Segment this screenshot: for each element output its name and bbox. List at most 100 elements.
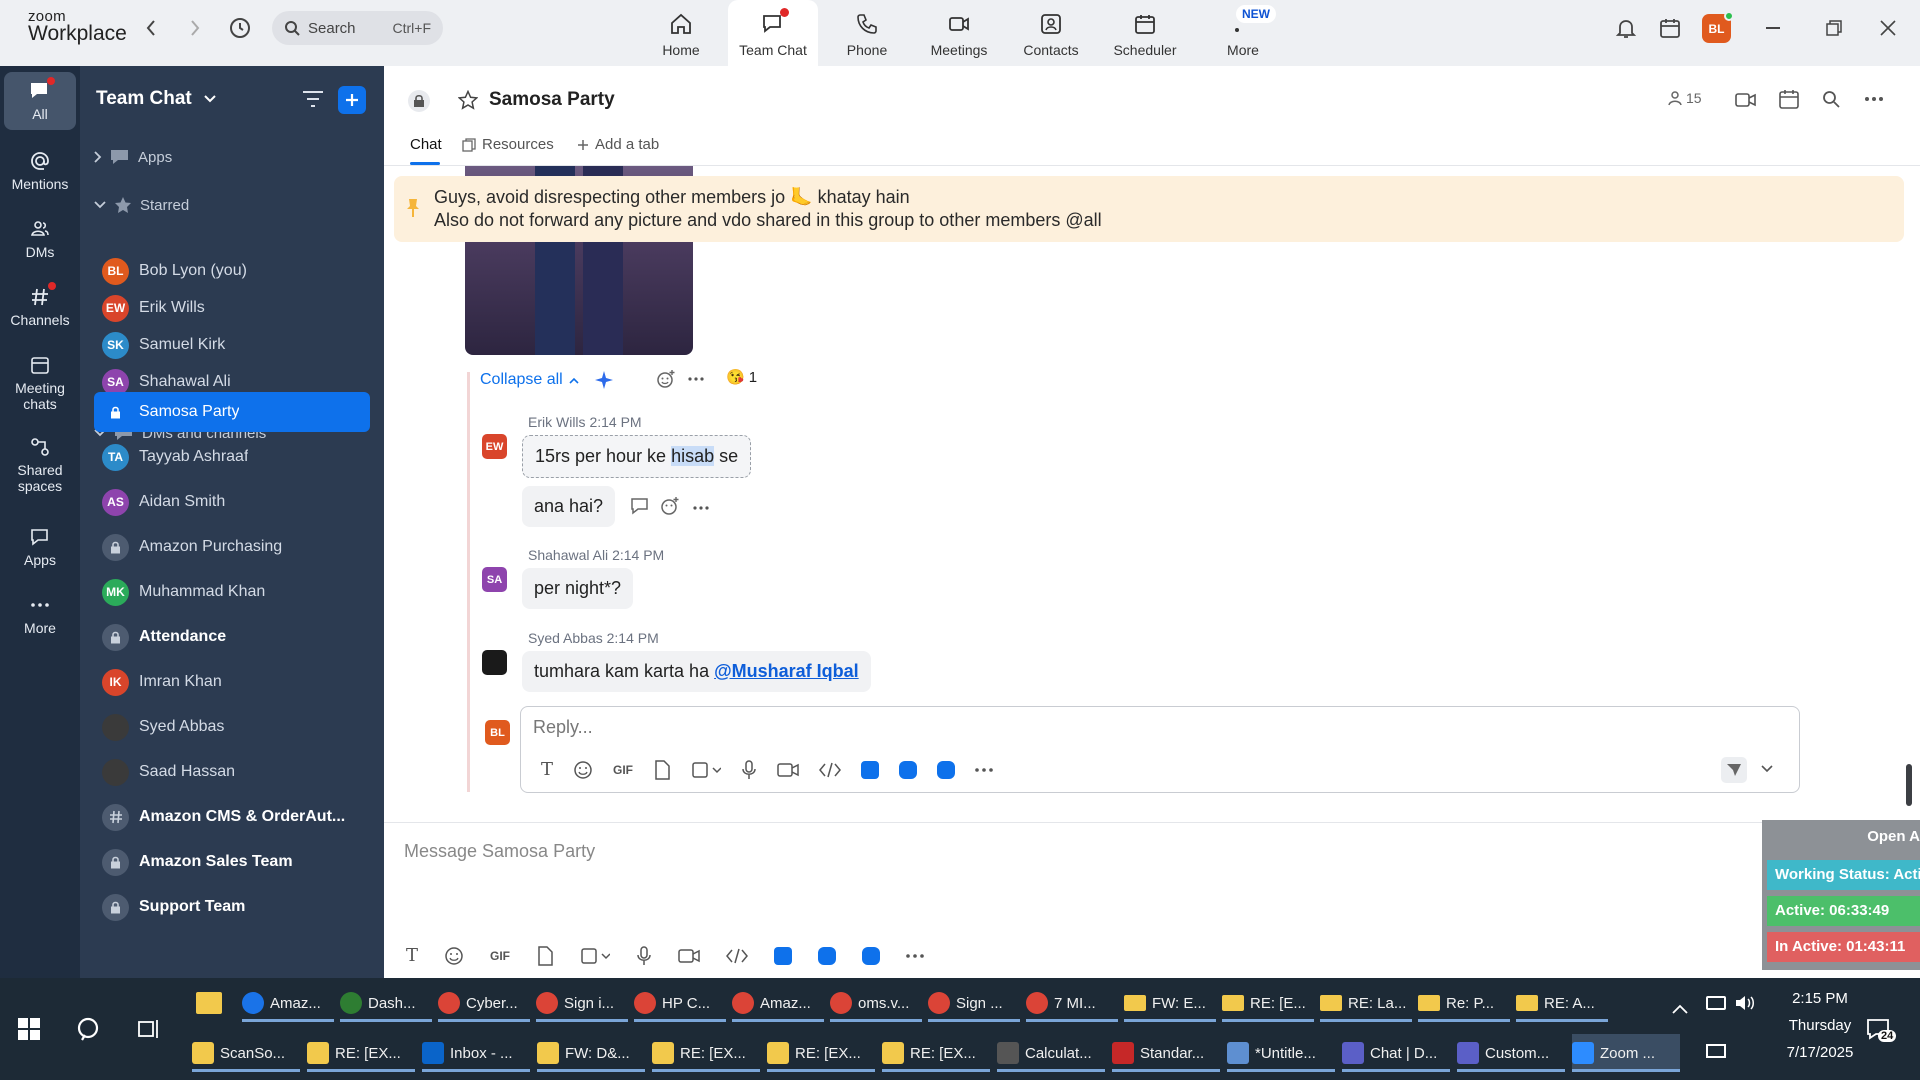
taskbar-app[interactable]: HP C... (634, 984, 726, 1022)
dm-item[interactable]: Samosa Party (94, 392, 370, 432)
code-icon[interactable] (819, 762, 841, 778)
emoji-icon[interactable] (444, 946, 464, 966)
notifications-icon[interactable]: 24 (1866, 1018, 1897, 1042)
rail-item-all[interactable]: All (4, 72, 76, 130)
dm-item[interactable]: Syed Abbas (94, 707, 370, 747)
taskbar-app[interactable]: Chat | D... (1342, 1034, 1450, 1072)
file-icon[interactable] (653, 759, 671, 780)
dm-item[interactable]: Support Team (94, 887, 370, 927)
taskbar-app[interactable]: ScanSo... (192, 1034, 300, 1072)
taskbar-app[interactable]: FW: D&... (537, 1034, 645, 1072)
taskbar-app[interactable]: FW: E... (1124, 984, 1216, 1022)
dm-item[interactable]: Amazon Sales Team (94, 842, 370, 882)
rail-item-mentions[interactable]: Mentions (4, 150, 76, 192)
pinned-message-banner[interactable]: Guys, avoid disrespecting other members … (394, 176, 1904, 242)
video-clip-icon[interactable] (678, 947, 700, 965)
open-app-button[interactable]: Open A (1802, 828, 1920, 845)
toolbar-more-icon[interactable] (975, 767, 993, 772)
app-icon-3[interactable] (937, 760, 956, 779)
starred-item[interactable]: SK Samuel Kirk (94, 325, 370, 365)
dm-item[interactable]: Amazon Purchasing (94, 527, 370, 567)
rail-item-meeting-chats[interactable]: Meeting chats (4, 354, 76, 412)
taskbar-app[interactable]: RE: [E... (1222, 984, 1314, 1022)
text-format-icon[interactable]: T (406, 945, 418, 966)
taskbar-app[interactable]: Dash... (340, 984, 432, 1022)
dm-item[interactable]: IK Imran Khan (94, 662, 370, 702)
sender-name[interactable]: Erik Wills (528, 414, 586, 430)
app-icon-1[interactable] (861, 760, 880, 779)
taskbar-app[interactable]: RE: A... (1516, 984, 1608, 1022)
message-bubble[interactable]: per night*? (522, 568, 634, 609)
dm-item[interactable]: Saad Hassan (94, 752, 370, 792)
member-count-button[interactable]: 15 (1668, 90, 1702, 106)
rail-item-more[interactable]: More (4, 594, 76, 636)
tab-scheduler[interactable]: Scheduler (1100, 0, 1190, 66)
rail-item-dms[interactable]: DMs (4, 218, 76, 260)
microphone-icon[interactable] (636, 945, 652, 966)
screenshot-icon[interactable] (691, 760, 722, 780)
toolbar-more-icon[interactable] (906, 953, 924, 958)
rail-item-shared-spaces[interactable]: Shared spaces (4, 436, 76, 494)
user-avatar[interactable]: BL (1702, 11, 1734, 43)
dm-item[interactable]: TA Tayyab Ashraaf (94, 437, 370, 477)
screenshot-icon[interactable] (580, 946, 611, 966)
calendar-app-icon[interactable] (1658, 16, 1682, 40)
taskbar-search-icon[interactable] (76, 1016, 104, 1044)
bell-icon[interactable] (1614, 16, 1638, 40)
add-reaction-icon[interactable] (660, 496, 680, 516)
tab-contacts[interactable]: Contacts (1006, 0, 1096, 66)
history-icon[interactable] (228, 16, 252, 40)
sidebar-title[interactable]: Team Chat (96, 88, 216, 110)
gif-icon[interactable]: GIF (613, 763, 633, 777)
text-format-icon[interactable]: T (541, 759, 553, 780)
rail-item-apps[interactable]: Apps (4, 526, 76, 568)
taskbar-app[interactable]: Amaz... (732, 984, 824, 1022)
video-icon[interactable] (1734, 90, 1758, 110)
search-input[interactable]: Search Ctrl+F (272, 11, 443, 45)
gif-icon[interactable]: GIF (490, 949, 510, 963)
taskbar-app[interactable]: *Untitle... (1227, 1034, 1335, 1072)
video-clip-icon[interactable] (777, 761, 799, 779)
reaction-chip[interactable]: 😘 1 (726, 368, 757, 387)
avatar[interactable]: EW (482, 434, 507, 459)
starred-section-header[interactable]: Starred (94, 196, 189, 214)
close-icon[interactable] (1880, 20, 1896, 36)
tab-home[interactable]: Home (636, 0, 726, 66)
message-bubble[interactable]: ana hai? (522, 486, 616, 527)
more-options-icon[interactable] (1864, 96, 1884, 102)
new-chat-button[interactable] (338, 86, 366, 114)
volume-icon[interactable] (1734, 994, 1756, 1012)
taskbar-app[interactable]: Sign ... (928, 984, 1020, 1022)
forward-icon[interactable] (188, 18, 202, 38)
taskbar-app[interactable]: oms.v... (830, 984, 922, 1022)
app-icon-2[interactable] (818, 946, 837, 965)
tab-chat[interactable]: Chat (410, 136, 442, 153)
restore-icon[interactable] (1826, 20, 1842, 36)
apps-section-header[interactable]: Apps (94, 148, 172, 166)
mention-link[interactable]: @Musharaf Iqbal (714, 661, 859, 681)
taskbar-app[interactable]: RE: [EX... (652, 1034, 760, 1072)
clock[interactable]: 2:15 PM Thursday 7/17/2025 (1772, 990, 1868, 1061)
sender-name[interactable]: Shahawal Ali (528, 547, 608, 563)
taskbar-app[interactable]: Standar... (1112, 1034, 1220, 1072)
reply-in-thread-icon[interactable] (630, 497, 650, 515)
scrollbar-thumb[interactable] (1906, 764, 1912, 806)
dm-item[interactable]: Attendance (94, 617, 370, 657)
star-outline-icon[interactable] (458, 90, 478, 110)
taskbar-app[interactable]: Calculat... (997, 1034, 1105, 1072)
dm-item[interactable]: MK Muhammad Khan (94, 572, 370, 612)
dm-item[interactable]: AS Aidan Smith (94, 482, 370, 522)
starred-item[interactable]: BL Bob Lyon (you) (94, 251, 370, 291)
calendar-icon[interactable] (1778, 88, 1800, 110)
battery-icon[interactable] (1706, 996, 1726, 1010)
windows-start-icon[interactable] (18, 1018, 40, 1040)
microphone-icon[interactable] (741, 759, 757, 780)
emoji-icon[interactable] (573, 760, 593, 780)
avatar[interactable] (482, 650, 507, 675)
tab-team-chat[interactable]: Team Chat (728, 0, 818, 66)
message-more-icon[interactable] (693, 506, 709, 510)
ai-sparkle-icon[interactable] (594, 370, 614, 390)
tab-meetings[interactable]: Meetings (914, 0, 1004, 66)
reply-input[interactable]: Reply... T GIF (520, 706, 1800, 793)
minimize-icon[interactable] (1766, 27, 1780, 29)
